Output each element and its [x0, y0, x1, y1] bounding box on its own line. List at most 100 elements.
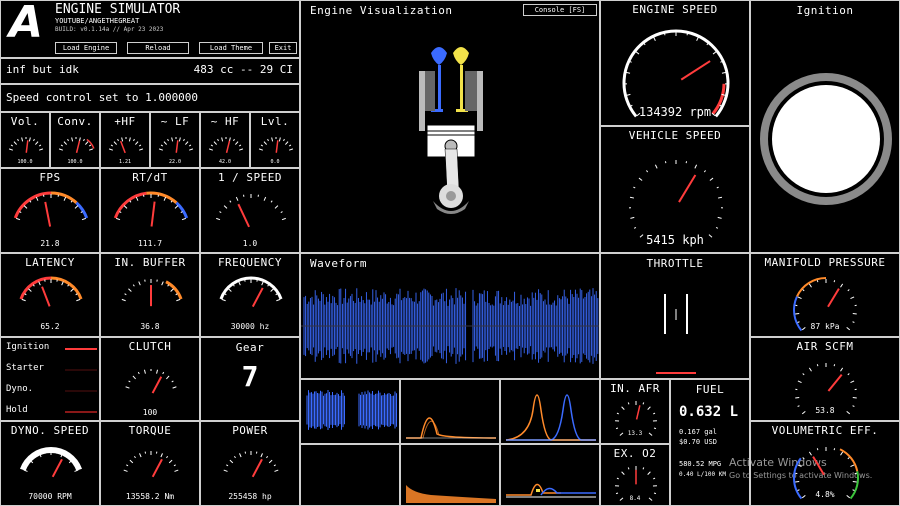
toggle-dyno-indicator[interactable]	[65, 390, 97, 392]
gauge-tick	[281, 217, 286, 221]
toggle-dyno-label: Dyno.	[6, 384, 34, 394]
gauge-tick	[721, 71, 726, 74]
power-value: 255458 hp	[228, 492, 272, 501]
gauge-tick	[135, 196, 139, 201]
small-gauge-1: Conv. 100.0	[50, 112, 100, 168]
gauge-tick	[121, 298, 126, 302]
gauge-tick	[642, 467, 645, 470]
volumetric-eff-value: 4.8%	[815, 490, 835, 499]
gauge-needle	[251, 458, 263, 478]
gauge-tick	[129, 200, 132, 203]
gauge-tick	[128, 137, 131, 142]
clutch-panel: CLUTCH 100	[100, 337, 200, 421]
gauge-tick	[276, 298, 281, 302]
torque-panel: TORQUE 13558.2 Nm	[100, 421, 200, 506]
gauge-tick	[706, 43, 709, 46]
gauge-tick	[847, 289, 850, 292]
gauge-needle	[25, 140, 29, 153]
gauge-arc	[165, 280, 183, 300]
gauge-tick	[116, 217, 121, 221]
small-gauge-5: Lvl. 0.0	[250, 112, 300, 168]
gauge-tick	[188, 144, 192, 147]
gauge-tick	[32, 284, 35, 287]
gauge-tick	[797, 380, 802, 384]
gauge-tick	[797, 296, 802, 300]
gauge-needle	[678, 174, 697, 203]
exit-button[interactable]: Exit	[269, 42, 297, 54]
small-gauge-3: ~ LF 22.0	[150, 112, 200, 168]
gauge-tick	[67, 284, 70, 287]
small-gauge-value: 100.0	[67, 159, 83, 165]
gauge-tick	[233, 138, 235, 142]
gauge-tick	[629, 196, 635, 199]
gauge-tick	[278, 137, 281, 142]
gauge-tick	[274, 205, 279, 209]
gauge-arc	[113, 191, 147, 219]
toggle-ignition-label: Ignition	[6, 342, 50, 352]
gauge-tick	[213, 141, 218, 145]
gauge-needle	[51, 458, 63, 478]
gauge-tick	[132, 284, 135, 287]
build-label: BUILD: v0.1.14a // Apr 23 2023	[55, 26, 164, 33]
gauge-tick	[271, 137, 274, 142]
gauge-tick	[210, 144, 214, 147]
gauge-tick	[654, 164, 658, 169]
gauge-tick	[633, 226, 637, 229]
in-afr-panel: IN. AFR 13.3	[600, 379, 670, 444]
gauge-arc	[622, 29, 730, 118]
small-gauge-value: 42.0	[218, 159, 232, 165]
gauge-tick	[58, 148, 64, 151]
air-scfm-panel: AIR SCFM 53.8	[750, 337, 900, 421]
gauge-tick	[171, 137, 174, 142]
gauge-tick	[615, 492, 619, 495]
gauge-tick	[216, 217, 221, 221]
gauge-arc	[75, 201, 89, 219]
toggle-ignition-indicator[interactable]	[65, 348, 97, 350]
gauge-tick	[232, 284, 235, 287]
gauge-tick	[852, 481, 857, 483]
gauge-tick	[267, 138, 269, 142]
perf-gauge-value: 1.0	[242, 239, 258, 248]
reload-button[interactable]: Reload	[127, 42, 189, 54]
gauge-tick	[235, 196, 239, 201]
gauge-tick	[715, 226, 719, 229]
valve-lift-plot	[505, 394, 596, 441]
gauge-tick	[284, 141, 289, 145]
load-theme-button[interactable]: Load Theme	[199, 42, 263, 54]
gauge-tick	[74, 469, 79, 472]
gauge-tick	[267, 284, 270, 287]
load-engine-button[interactable]: Load Engine	[55, 42, 117, 54]
gauge-tick	[166, 455, 169, 459]
perf-gauge-2: 1 / SPEED 1.0	[200, 168, 300, 253]
gauge-tick	[647, 406, 651, 410]
gauge-needle	[827, 288, 840, 308]
perf-gauge-1: RT/dT 111.7	[100, 168, 200, 253]
toggle-hold-indicator[interactable]	[65, 411, 97, 413]
gauge-tick	[217, 138, 219, 142]
gauge-tick	[795, 481, 800, 483]
gauge-tick	[802, 373, 805, 376]
gauge-tick	[38, 144, 42, 147]
engine-speed-panel: ENGINE SPEED 134392 rpm	[600, 0, 750, 126]
fuel-gallons: 0.167 gal	[679, 428, 717, 436]
gauge-tick	[716, 186, 719, 189]
gauge-arc	[50, 191, 78, 204]
toggle-starter-indicator[interactable]	[65, 369, 97, 371]
gauge-tick	[28, 288, 32, 292]
waveform-plot	[301, 288, 599, 364]
gauge-tick	[795, 397, 800, 399]
gauge-tick	[88, 148, 94, 151]
gauge-tick	[134, 141, 139, 145]
gauge-tick	[133, 138, 135, 142]
gauge-tick	[270, 288, 274, 292]
small-gauge-4: ~ HF 42.0	[200, 112, 250, 168]
gauge-tick	[8, 148, 14, 151]
gauge-arc	[50, 276, 83, 300]
gauge-tick	[850, 464, 855, 468]
app-title: ENGINE SIMULATOR	[55, 2, 181, 17]
gauge-tick	[694, 164, 698, 169]
gauge-tick	[226, 464, 229, 467]
gauge-tick	[647, 471, 651, 475]
toggles-panel: Ignition Starter Dyno. Hold	[0, 337, 100, 421]
gauge-needle	[119, 140, 126, 154]
